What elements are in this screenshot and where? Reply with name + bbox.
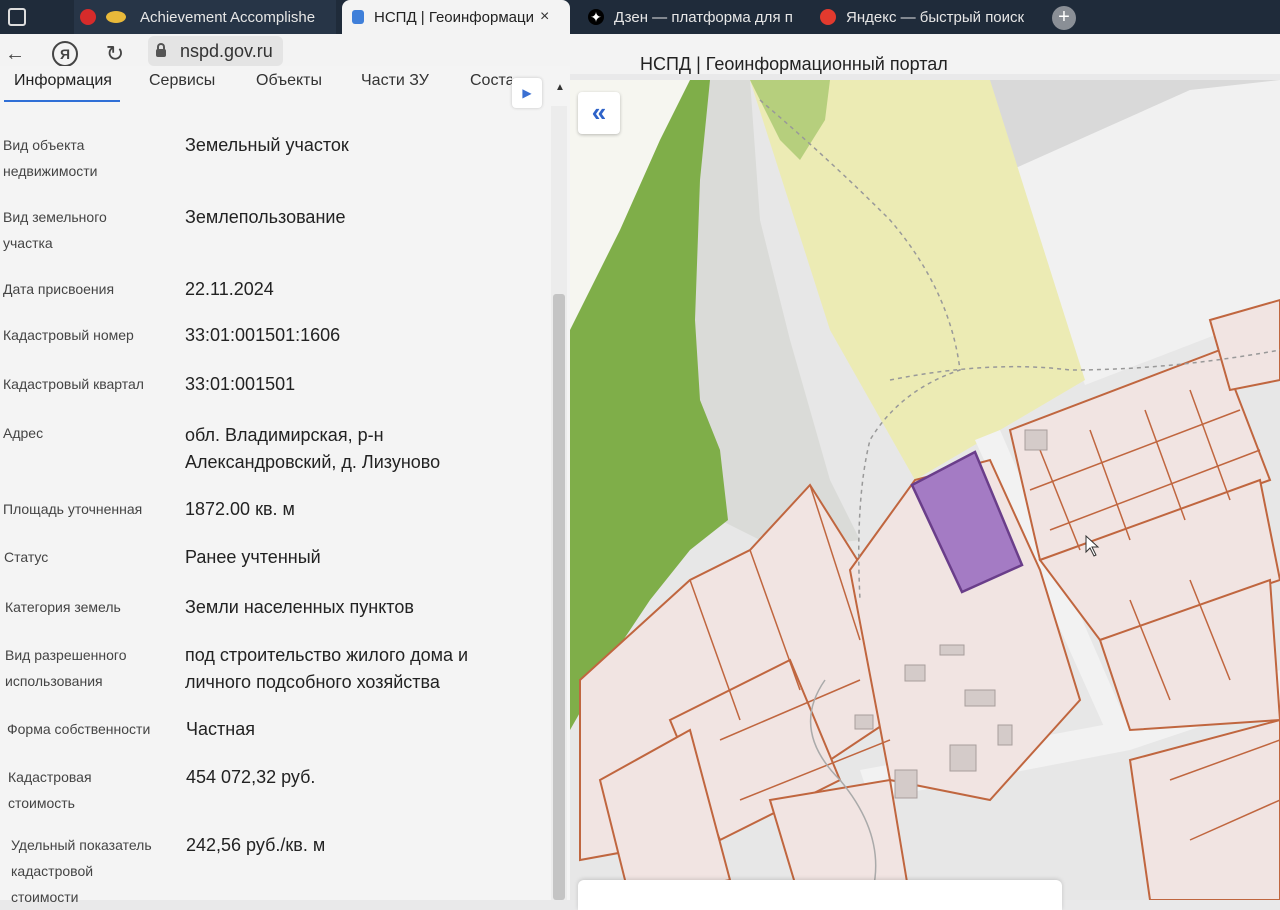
- field-label: Категория земель: [5, 599, 121, 615]
- lock-icon: [156, 43, 166, 57]
- field-label: Удельный показатель кадастровой стоимост…: [11, 837, 152, 905]
- field-value: Землепользование: [185, 207, 346, 227]
- browser-tab-achievement[interactable]: Achievement Accomplishe: [74, 0, 336, 34]
- yandex-icon: [820, 9, 836, 25]
- tab-parts[interactable]: Части ЗУ: [361, 72, 429, 90]
- browser-tab-strip: Achievement Accomplishe НСПД | Геоинформ…: [0, 0, 1280, 34]
- field-label: Кадастровый квартал: [3, 376, 144, 392]
- field-value[interactable]: 33:01:001501: [185, 371, 535, 398]
- field-value: Земельный участок: [185, 135, 349, 155]
- field-value: Частная: [186, 719, 255, 739]
- field-label: Форма собственности: [7, 721, 151, 737]
- field-label: Кадастровый номер: [3, 327, 134, 343]
- yandex-icon: Я: [52, 41, 78, 67]
- page-title: НСПД | Геоинформационный портал: [640, 54, 948, 74]
- browser-tab-pinned-1[interactable]: [0, 0, 60, 34]
- trophy-icon: [106, 11, 126, 23]
- tab-composition[interactable]: Соста: [470, 72, 512, 90]
- field-label: Площадь уточненная: [3, 501, 143, 517]
- cadastral-map[interactable]: [570, 80, 1280, 900]
- field-label: Вид разрешенного использования: [5, 647, 127, 689]
- field-value: 242,56 руб./кв. м: [186, 835, 326, 855]
- field-label: Дата присвоения: [3, 281, 115, 297]
- url-text: nspd.gov.ru: [180, 40, 273, 61]
- legend-panel[interactable]: [578, 880, 1062, 910]
- url-field[interactable]: nspd.gov.ru: [148, 36, 283, 66]
- scroll-up-icon[interactable]: ▲: [555, 82, 565, 93]
- field-value[interactable]: 33:01:001501:1606: [185, 322, 535, 349]
- browser-tab-nspd[interactable]: НСПД | Геоинформаци ×: [342, 0, 570, 34]
- panel-tabs: Информация Сервисы Объекты Части ЗУ Сост…: [0, 66, 570, 108]
- tab-title: Дзен — платформа для п: [614, 8, 793, 26]
- field-label: Адрес: [3, 425, 44, 441]
- tab-title: Achievement Accomplishe: [140, 8, 316, 26]
- field-label: Вид объекта недвижимости: [3, 137, 98, 179]
- star-icon: ✦: [588, 9, 604, 25]
- field-label: Статус: [4, 549, 49, 565]
- new-tab-button[interactable]: +: [1052, 6, 1076, 30]
- field-value: обл. Владимирская, р-н Александровский, …: [185, 425, 441, 472]
- field-value: Ранее учтенный: [185, 547, 321, 567]
- field-value: Земли населенных пунктов: [185, 597, 414, 617]
- scrollbar-thumb[interactable]: [553, 294, 565, 900]
- object-info-panel: Информация Сервисы Объекты Части ЗУ Сост…: [0, 66, 570, 905]
- field-label: Вид земельного участка: [3, 209, 107, 251]
- tab-favicon-icon: [80, 9, 96, 25]
- field-value: 454 072,32 руб.: [186, 767, 316, 787]
- app-icon: [8, 8, 26, 26]
- tab-objects[interactable]: Объекты: [256, 72, 322, 90]
- tab-title: Яндекс — быстрый поиск: [846, 8, 1025, 26]
- tab-info[interactable]: Информация: [14, 72, 112, 90]
- document-icon: [352, 10, 364, 24]
- tab-title: НСПД | Геоинформаци: [374, 8, 534, 26]
- field-value: под строительство жилого дома и личного …: [185, 645, 469, 692]
- field-label: Кадастровая стоимость: [8, 769, 92, 811]
- chevron-right-icon[interactable]: ▶: [512, 78, 542, 108]
- tab-services[interactable]: Сервисы: [149, 72, 215, 90]
- close-icon[interactable]: ×: [540, 8, 549, 26]
- browser-tab-dzen[interactable]: ✦ Дзен — платформа для п: [578, 0, 806, 34]
- field-value: 22.11.2024: [185, 279, 274, 299]
- active-tab-indicator: [4, 100, 120, 102]
- browser-tab-yandex[interactable]: Яндекс — быстрый поиск: [814, 0, 1038, 34]
- collapse-double-chevron-icon[interactable]: «: [578, 92, 620, 134]
- field-value: 1872.00 кв. м: [185, 499, 295, 519]
